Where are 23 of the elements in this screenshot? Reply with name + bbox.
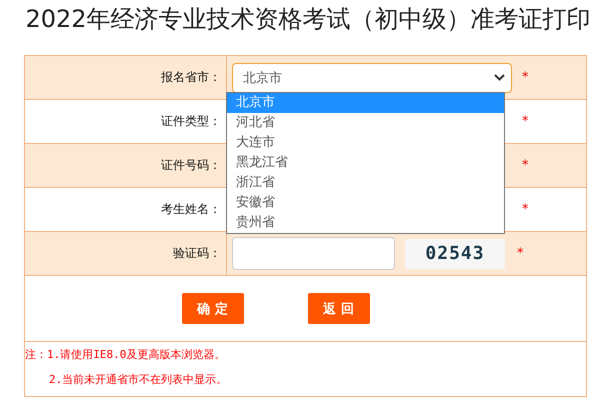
field-label: 证件号码： [161,157,221,174]
dropdown-option[interactable]: 大连市 [227,133,504,153]
dropdown-option[interactable]: 浙江省 [227,173,504,193]
page-title: 2022年经济专业技术资格考试（初中级）准考证打印 [24,4,592,35]
required-mark: * [517,246,524,261]
required-mark: * [522,202,528,217]
required-mark: * [522,70,528,85]
note-text: 2.当前未开通省市不在列表中显示。 [48,372,228,388]
field-label: 验证码： [173,245,221,262]
province-select[interactable]: 北京市 [232,62,512,92]
field-label: 报名省市： [161,69,221,86]
dropdown-option[interactable]: 黑龙江省 [227,153,504,173]
note-text: 注：1.请使用IE8.0及更高版本浏览器。 [25,347,226,363]
dropdown-option[interactable]: 贵州省 [227,213,504,233]
required-mark: * [522,114,528,129]
chevron-down-icon [494,74,505,81]
dropdown-option[interactable]: 安徽省 [227,193,504,213]
captcha-input[interactable] [232,237,395,270]
field-label: 证件类型： [161,113,221,130]
dropdown-option[interactable]: 河北省 [227,113,504,133]
field-label: 考生姓名： [161,201,221,218]
required-mark: * [522,158,528,173]
captcha-image: 02543 [405,238,505,268]
